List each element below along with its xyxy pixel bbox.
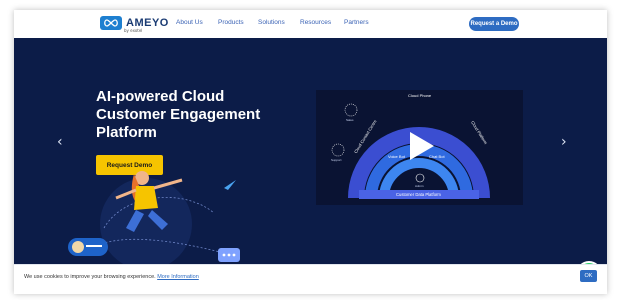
- arc-label-cloud-phone: Cloud Phone: [408, 93, 432, 98]
- browser-frame: AMEYO by exotel About Us Products Soluti…: [14, 10, 607, 294]
- cookie-banner: We use cookies to improve your browsing …: [14, 264, 607, 294]
- nav-solutions[interactable]: Solutions: [258, 19, 285, 26]
- carousel-next-arrow-icon[interactable]: ›: [561, 134, 567, 150]
- hero-banner: ‹ › AI-powered Cloud Customer Engagement…: [14, 38, 607, 285]
- carousel-prev-arrow-icon[interactable]: ‹: [57, 134, 63, 150]
- headline-line-3: Platform: [96, 124, 157, 141]
- icon-label-sales: Sales: [346, 118, 354, 122]
- product-video[interactable]: Cloud Phone Cloud Contact Centre Cloud P…: [316, 90, 523, 205]
- headline-line-2: Customer Engagement: [96, 106, 261, 123]
- brand-name: AMEYO: [126, 16, 169, 29]
- nav-about-us[interactable]: About Us: [176, 19, 203, 26]
- headline-line-1: AI-powered Cloud: [96, 88, 225, 105]
- request-a-demo-button[interactable]: Request a Demo: [469, 17, 519, 31]
- nav-products[interactable]: Products: [218, 19, 244, 26]
- cookie-ok-button[interactable]: OK: [580, 270, 597, 282]
- infinity-logo-icon: [100, 16, 122, 30]
- brand-tagline: by exotel: [124, 28, 143, 33]
- icon-label-support: Support: [331, 158, 342, 162]
- inner-label-chat-bot: Chat Bot: [429, 154, 445, 159]
- cookie-message-row: We use cookies to improve your browsing …: [24, 274, 199, 280]
- nav-partners[interactable]: Partners: [344, 19, 369, 26]
- inner-label-voice-bot: Voice Bot: [388, 154, 405, 159]
- paper-plane-icon: [224, 180, 236, 190]
- more-information-link[interactable]: More Information: [157, 274, 199, 280]
- hero-illustration: [68, 171, 240, 264]
- nav-resources[interactable]: Resources: [300, 19, 331, 26]
- base-label-cdp: Customer Data Platform: [396, 192, 441, 197]
- hero-headline: AI-powered Cloud Customer Engagement Pla…: [96, 88, 286, 142]
- cookie-message: We use cookies to improve your browsing …: [24, 274, 156, 280]
- icon-label-admin: Admin: [415, 184, 424, 188]
- top-navigation: AMEYO by exotel About Us Products Soluti…: [14, 10, 607, 38]
